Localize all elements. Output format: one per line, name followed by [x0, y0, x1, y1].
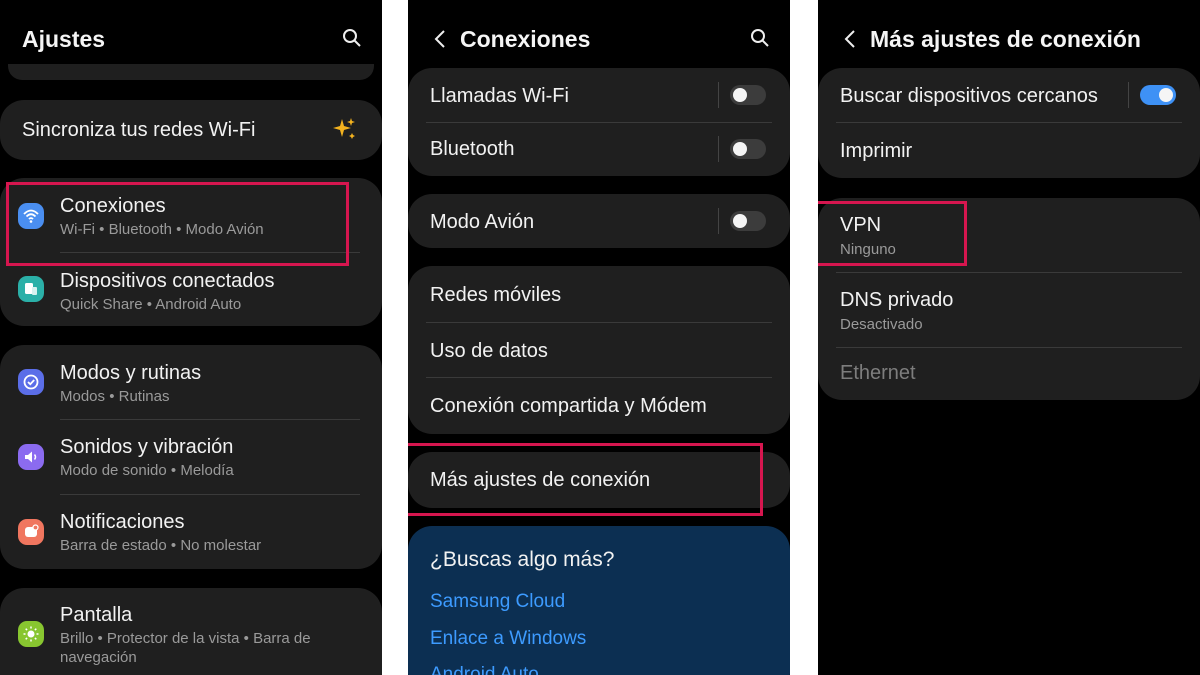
wifi-sync-label: Sincroniza tus redes Wi-Fi [22, 119, 256, 141]
print-row[interactable]: Imprimir [818, 123, 1200, 178]
menu-item-label: Redes móviles [430, 284, 562, 306]
menu-item-uso-datos[interactable]: Uso de datos [408, 323, 790, 378]
toggle-label: Modo Avión [430, 211, 535, 233]
toggle-label: Bluetooth [430, 138, 515, 160]
link-enlace-windows[interactable]: Enlace a Windows [430, 628, 586, 650]
wifi-calling-row[interactable]: Llamadas Wi-Fi [408, 68, 790, 122]
separator [1128, 82, 1129, 108]
more-connection-settings-screen: Más ajustes de conexión Buscar dispositi… [818, 0, 1200, 675]
menu-item-label: Conexión compartida y Módem [430, 395, 707, 417]
page-title: Ajustes [22, 26, 106, 52]
highlight-box [6, 182, 349, 266]
speaker-icon [18, 444, 44, 470]
menu-item-label: Uso de datos [430, 340, 548, 362]
header: Ajustes [0, 22, 382, 56]
devices-icon [18, 276, 44, 302]
toggle-label: Llamadas Wi-Fi [430, 85, 569, 107]
separator [718, 82, 719, 108]
suggestions-card: ¿Buscas algo más? Samsung Cloud Enlace a… [408, 526, 790, 675]
bell-icon [18, 519, 44, 545]
nearby-devices-row[interactable]: Buscar dispositivos cercanos [818, 68, 1200, 122]
back-arrow-icon[interactable] [430, 28, 452, 50]
airplane-group: Modo Avión [408, 194, 790, 248]
highlight-box [408, 443, 763, 516]
settings-item-pantalla[interactable]: Pantalla Brillo • Protector de la vista … [0, 588, 382, 675]
bluetooth-row[interactable]: Bluetooth [408, 123, 790, 176]
settings-item-label: Sonidos y vibración [60, 436, 234, 458]
ethernet-label: Ethernet [840, 362, 916, 384]
separator [718, 208, 719, 234]
settings-item-sub: Modo de sonido • Melodía [60, 462, 234, 479]
suggestions-heading: ¿Buscas algo más? [430, 548, 615, 571]
wifi-calling-toggle[interactable] [730, 85, 766, 105]
settings-item-sonidos[interactable]: Sonidos y vibración Modo de sonido • Mel… [0, 420, 382, 494]
nearby-devices-toggle[interactable] [1140, 85, 1176, 105]
page-title: Más ajustes de conexión [870, 26, 1141, 52]
settings-item-label: Modos y rutinas [60, 362, 202, 384]
nearby-label: Buscar dispositivos cercanos [840, 85, 1098, 107]
highlight-box [818, 201, 967, 266]
sun-icon [18, 621, 44, 647]
private-dns-row[interactable]: DNS privado Desactivado [818, 273, 1200, 347]
settings-item-sub: Quick Share • Android Auto [60, 296, 242, 313]
settings-item-sub: Modos • Rutinas [60, 388, 170, 405]
bluetooth-toggle[interactable] [730, 139, 766, 159]
airplane-mode-row[interactable]: Modo Avión [408, 194, 790, 248]
display-group: Pantalla Brillo • Protector de la vista … [0, 588, 382, 675]
wifi-bt-group: Llamadas Wi-Fi Bluetooth [408, 68, 790, 176]
network-group: Redes móviles Uso de datos Conexión comp… [408, 266, 790, 434]
separator [718, 136, 719, 162]
settings-item-label: Dispositivos conectados [60, 270, 275, 292]
menu-item-conexion-compartida[interactable]: Conexión compartida y Módem [408, 378, 790, 434]
dns-sub: Desactivado [840, 316, 923, 333]
header: Más ajustes de conexión [818, 22, 1200, 56]
link-android-auto[interactable]: Android Auto [430, 664, 539, 675]
settings-item-notificaciones[interactable]: Notificaciones Barra de estado • No mole… [0, 495, 382, 569]
search-icon[interactable] [342, 28, 362, 48]
menu-item-redes[interactable]: Redes móviles [408, 266, 790, 322]
settings-item-sub: Barra de estado • No molestar [60, 537, 262, 554]
ethernet-row[interactable]: Ethernet [818, 348, 1200, 400]
page-title: Conexiones [460, 26, 591, 52]
wifi-sync-card[interactable]: Sincroniza tus redes Wi-Fi [0, 100, 382, 160]
settings-item-modos[interactable]: Modos y rutinas Modos • Rutinas [0, 345, 382, 419]
link-samsung-cloud[interactable]: Samsung Cloud [430, 591, 565, 613]
settings-screen: Ajustes Sincroniza tus redes Wi-Fi Conex… [0, 0, 382, 675]
dns-label: DNS privado [840, 289, 954, 311]
account-card-edge[interactable] [8, 64, 374, 80]
settings-item-label: Pantalla [60, 604, 133, 626]
print-label: Imprimir [840, 140, 913, 162]
sparkle-icon [333, 118, 355, 139]
modes-group: Modos y rutinas Modos • Rutinas Sonidos … [0, 345, 382, 569]
check-circle-icon [18, 369, 44, 395]
connections-screen: Conexiones Llamadas Wi-Fi Bluetooth Modo… [408, 0, 790, 675]
settings-item-sub: Brillo • Protector de la vista • Barra d… [60, 630, 311, 666]
nearby-print-group: Buscar dispositivos cercanos Imprimir [818, 68, 1200, 178]
search-icon[interactable] [750, 28, 770, 48]
settings-item-label: Notificaciones [60, 511, 185, 533]
back-arrow-icon[interactable] [840, 28, 862, 50]
header: Conexiones [408, 22, 790, 56]
airplane-mode-toggle[interactable] [730, 211, 766, 231]
